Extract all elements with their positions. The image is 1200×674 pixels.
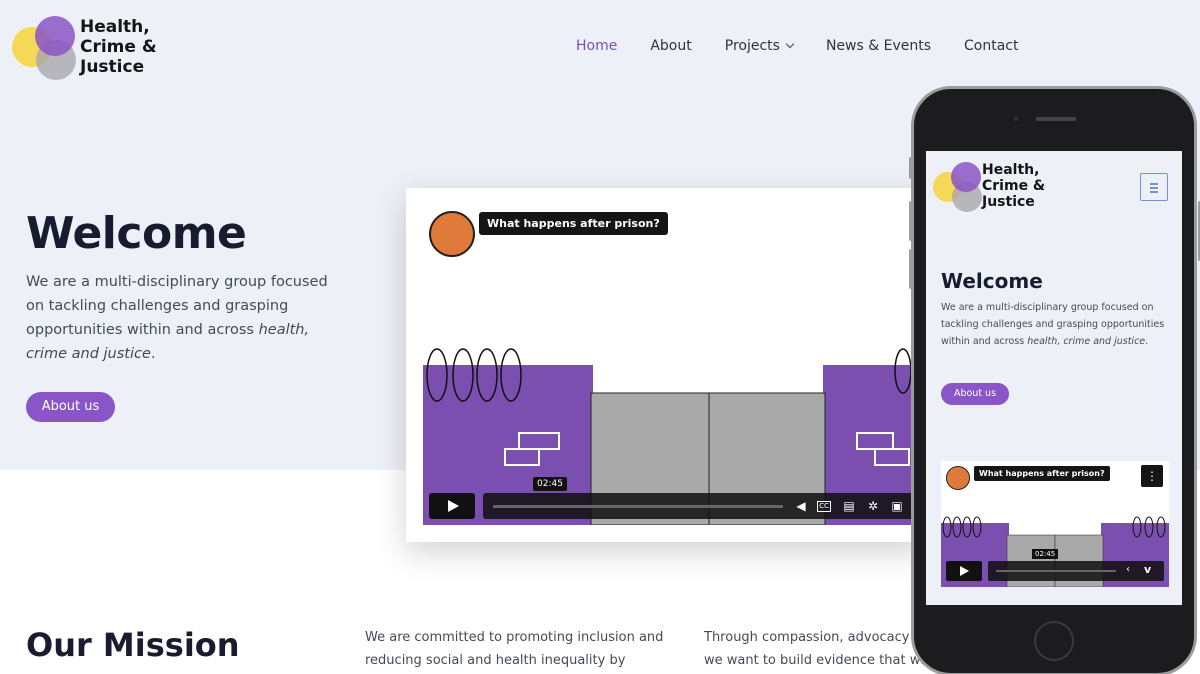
phone-home-button	[1034, 621, 1074, 661]
mobile-about-us-button[interactable]: About us	[941, 383, 1009, 405]
nav-item-home[interactable]: Home	[576, 38, 617, 54]
site-logo[interactable]: Health, Crime & Justice	[10, 14, 170, 84]
progress-track[interactable]: 02:45 ‹ v	[988, 549, 1164, 581]
vimeo-icon[interactable]: v	[1144, 563, 1151, 576]
phone-camera	[1014, 117, 1018, 121]
intro-end: .	[150, 346, 156, 362]
phone-screen: Health, Crime & Justice Welcome We are a…	[926, 151, 1182, 605]
progress-bar[interactable]	[996, 570, 1116, 572]
captions-icon[interactable]: CC	[817, 501, 831, 512]
progress-track[interactable]: 02:45 ◀ CC ▤ ✲ ▣	[483, 477, 919, 519]
nav-item-projects[interactable]: Projects	[724, 38, 795, 54]
video-player[interactable]: What happens after prison? 02:45 ◀ CC ▤ …	[423, 205, 923, 525]
mission-title: Our Mission	[26, 626, 240, 664]
nav-item-contact[interactable]: Contact	[964, 38, 1018, 54]
play-icon[interactable]	[946, 561, 982, 581]
chevron-down-icon	[785, 39, 795, 49]
mobile-page-title: Welcome	[941, 269, 1043, 293]
page-title: Welcome	[26, 208, 247, 259]
video-duration: 02:45	[533, 477, 567, 491]
phone-side-button	[909, 157, 913, 179]
logo-text: Health, Crime & Justice	[982, 162, 1046, 210]
phone-side-button	[909, 201, 913, 241]
main-nav: Home About Projects News & Events Contac…	[576, 38, 1051, 54]
more-vertical-icon[interactable]: ⋮	[1141, 465, 1163, 487]
phone-mockup: Health, Crime & Justice Welcome We are a…	[909, 86, 1200, 674]
phone-side-button	[909, 249, 913, 289]
logo-circles-icon	[12, 16, 76, 80]
nav-item-projects-label: Projects	[724, 38, 780, 54]
mobile-logo[interactable]: Health, Crime & Justice	[930, 159, 1070, 215]
mobile-video-player[interactable]: What happens after prison? ⋮ 02:45 ‹ v	[941, 461, 1169, 587]
video-title[interactable]: What happens after prison?	[479, 212, 668, 235]
mission-col-1: We are committed to promoting inclusion …	[365, 630, 664, 668]
channel-avatar[interactable]	[429, 211, 475, 257]
nav-item-news-events[interactable]: News & Events	[826, 38, 931, 54]
phone-speaker	[1036, 117, 1076, 121]
logo-circles-icon	[933, 162, 982, 212]
video-duration: 02:45	[1032, 549, 1059, 559]
mobile-video-controls: 02:45 ‹ v	[946, 549, 1164, 581]
hamburger-icon[interactable]	[1140, 173, 1168, 201]
pip-icon[interactable]: ▣	[889, 498, 905, 514]
logo-text: Health, Crime & Justice	[80, 17, 157, 77]
mobile-hero-intro: We are a multi-disciplinary group focuse…	[941, 302, 1165, 347]
about-us-button[interactable]: About us	[26, 392, 115, 422]
channel-avatar[interactable]	[946, 466, 970, 490]
nav-item-about[interactable]: About	[650, 38, 691, 54]
video-illustration	[423, 348, 923, 525]
chevron-left-icon[interactable]: ‹	[1126, 564, 1130, 575]
mobile-video-title[interactable]: What happens after prison?	[974, 466, 1110, 481]
volume-icon[interactable]: ◀	[793, 498, 809, 514]
progress-bar[interactable]	[493, 505, 783, 508]
hero-intro: We are a multi-disciplinary group focuse…	[26, 270, 346, 366]
transcript-icon[interactable]: ▤	[841, 498, 857, 514]
video-controls: 02:45 ◀ CC ▤ ✲ ▣	[429, 477, 919, 519]
play-icon[interactable]	[429, 493, 475, 519]
settings-gear-icon[interactable]: ✲	[865, 498, 881, 514]
